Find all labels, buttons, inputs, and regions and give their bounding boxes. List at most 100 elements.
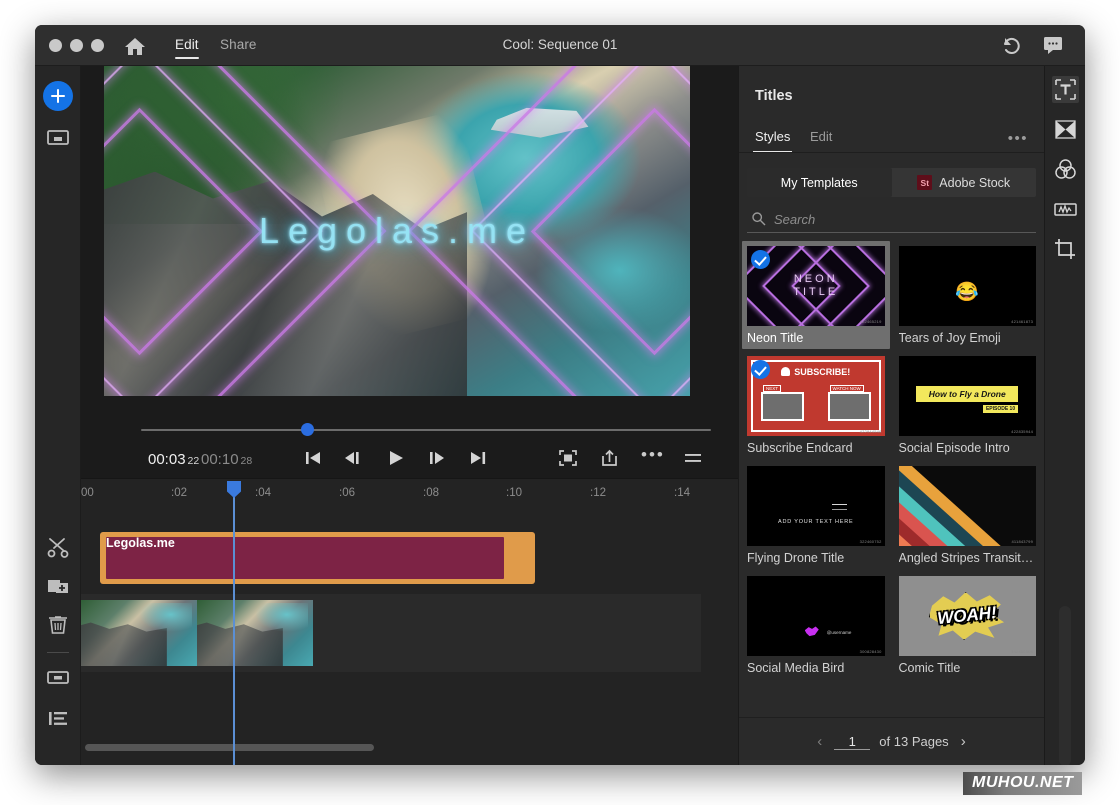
template-name: Flying Drone Title [747, 551, 845, 565]
template-card-flying-drone-title[interactable]: ADD YOUR TEXT HERE 322460752 Flying Dron… [742, 461, 890, 569]
title-clip-label: Legolas.me [106, 536, 175, 550]
comic-title-art: WOAH! [898, 576, 1036, 656]
template-card-tears-of-joy-emoji[interactable]: 😂 421461873 Tears of Joy Emoji [894, 241, 1042, 349]
current-timecode-value: 00:03 [148, 451, 186, 468]
trash-delete-icon[interactable] [45, 612, 71, 638]
template-name: Angled Stripes Transit… [898, 551, 1034, 565]
current-timecode: 00:03 22 [148, 451, 199, 468]
play-button[interactable] [386, 448, 406, 473]
color-tool-icon[interactable] [1052, 156, 1079, 183]
template-thumbnail: 411843799 [898, 466, 1036, 546]
export-share-button[interactable] [600, 449, 620, 472]
current-frame-count: 22 [187, 455, 200, 467]
template-name: Social Episode Intro [898, 441, 1010, 455]
timeline-title-clip[interactable]: Legolas.me [100, 532, 535, 584]
timeline-hscrollbar-track[interactable] [85, 744, 728, 751]
segment-my-templates[interactable]: My Templates [747, 168, 892, 197]
step-forward-button[interactable] [426, 448, 448, 473]
bell-icon [781, 367, 791, 376]
neon-art-text: NEON TITLE [793, 273, 839, 298]
template-card-comic-title[interactable]: WOAH! 342450508 Comic Title [894, 571, 1042, 679]
site-watermark: MUHOU.NET [963, 772, 1083, 795]
template-card-social-episode-intro[interactable]: How to Fly a Drone EPISODE 10 422835944 … [894, 351, 1042, 459]
ruler-tick: :14 [674, 487, 690, 499]
skip-to-end-button[interactable] [468, 448, 488, 473]
skip-to-start-button[interactable] [303, 448, 323, 473]
ruler-tick: :04 [255, 487, 271, 499]
tab-styles[interactable]: Styles [752, 129, 793, 153]
timeline-hscrollbar-thumb[interactable] [85, 744, 375, 751]
video-preview[interactable]: Legolas.me [104, 66, 690, 396]
fullscreen-button[interactable] [558, 449, 578, 472]
template-stock-id: 300828430 [859, 649, 882, 654]
template-name: Social Media Bird [747, 661, 845, 675]
template-stock-id: 422465219 [859, 319, 882, 324]
crop-tool-icon[interactable] [1052, 236, 1079, 263]
titles-tool-icon[interactable] [1052, 76, 1079, 103]
template-card-neon-title[interactable]: NEON TITLE 422465219 Neon Title [742, 241, 890, 349]
template-grid: NEON TITLE 422465219 Neon Title 😂 4214618… [742, 241, 1041, 717]
template-thumbnail: @username 300828430 [747, 576, 885, 656]
document-title: Cool: Sequence 01 [502, 37, 618, 52]
menu-button[interactable] [683, 449, 703, 472]
template-thumbnail: ADD YOUR TEXT HERE 322460752 [747, 466, 885, 546]
bird-handle-text: @username [826, 630, 852, 636]
effects-tool-icon[interactable] [1052, 196, 1079, 223]
tab-edit[interactable]: Edit [810, 129, 832, 144]
timeline-video-track[interactable] [81, 594, 701, 672]
panel-title: Titles [755, 88, 793, 104]
total-timecode: 00:10 28 [201, 451, 252, 468]
media-library-icon[interactable] [45, 124, 71, 150]
title-bar: Edit Share Cool: Sequence 01 [35, 25, 1085, 66]
template-stock-id: 422835944 [1011, 429, 1033, 434]
more-options-button[interactable]: ••• [641, 445, 665, 465]
left-toolbar [35, 66, 81, 765]
template-name: Comic Title [898, 661, 961, 675]
template-name: Neon Title [747, 331, 804, 345]
titles-panel: Titles Styles Edit ••• My Templates St A… [738, 66, 1044, 765]
drone-icon [832, 503, 848, 510]
align-list-icon[interactable] [45, 705, 71, 731]
template-stock-id: 422944546 [859, 429, 882, 434]
search-input[interactable] [774, 209, 1036, 229]
step-back-button[interactable] [343, 448, 365, 473]
scrubber-handle[interactable] [301, 423, 315, 436]
template-thumbnail: SUBSCRIBE! NEXT WATCH NOW 422944546 [747, 356, 885, 436]
page-count-label: of 13 Pages [879, 734, 949, 749]
template-thumbnail: WOAH! 342450508 [898, 576, 1036, 656]
pagination: ‹ of 13 Pages › [739, 717, 1044, 765]
prev-page-button[interactable]: ‹ [814, 733, 825, 750]
rail-divider [47, 652, 69, 653]
panel-more-options-button[interactable]: ••• [1008, 130, 1028, 147]
template-card-social-media-bird[interactable]: @username 300828430 Social Media Bird [742, 571, 890, 679]
duplicate-clip-icon[interactable] [45, 573, 71, 599]
add-media-button[interactable] [43, 81, 73, 111]
next-page-button[interactable]: › [958, 733, 969, 750]
preview-scrubber[interactable] [81, 415, 738, 440]
playhead[interactable] [227, 481, 241, 765]
template-card-subscribe-endcard[interactable]: SUBSCRIBE! NEXT WATCH NOW 422944546 Subs… [742, 351, 890, 459]
segment-adobe-stock[interactable]: St Adobe Stock [892, 168, 1037, 197]
scissors-cut-icon[interactable] [45, 534, 71, 560]
template-stock-id: 342450508 [1011, 649, 1033, 654]
transitions-tool-icon[interactable] [1052, 116, 1079, 143]
comment-bubble-icon[interactable] [1043, 36, 1063, 59]
template-stock-id: 421461873 [1011, 319, 1033, 324]
template-card-angled-stripes-transition[interactable]: 411843799 Angled Stripes Transit… [894, 461, 1042, 569]
timeline-panel[interactable]: 00 :02 :04 :06 :08 :10 :12 :14 Legolas.m… [81, 478, 738, 765]
timeline-ruler[interactable]: 00 :02 :04 :06 :08 :10 :12 :14 [81, 479, 738, 509]
page-number-input[interactable] [834, 733, 871, 750]
segment-adobe-stock-label: Adobe Stock [939, 175, 1011, 190]
preview-title-text: Legolas.me [258, 210, 536, 251]
panel-vscrollbar-thumb[interactable] [1059, 606, 1071, 765]
template-source-toggle: My Templates St Adobe Stock [747, 168, 1036, 197]
undo-arrow-icon[interactable] [1000, 35, 1022, 60]
template-selected-check [751, 360, 770, 379]
search-row [747, 209, 1036, 233]
clip-properties-icon[interactable] [45, 664, 71, 690]
scrubber-track[interactable] [141, 429, 711, 431]
ruler-tick: :02 [171, 487, 187, 499]
timeline-video-clip[interactable] [81, 600, 313, 666]
panel-divider [739, 152, 1044, 153]
bird-icon [804, 626, 819, 637]
